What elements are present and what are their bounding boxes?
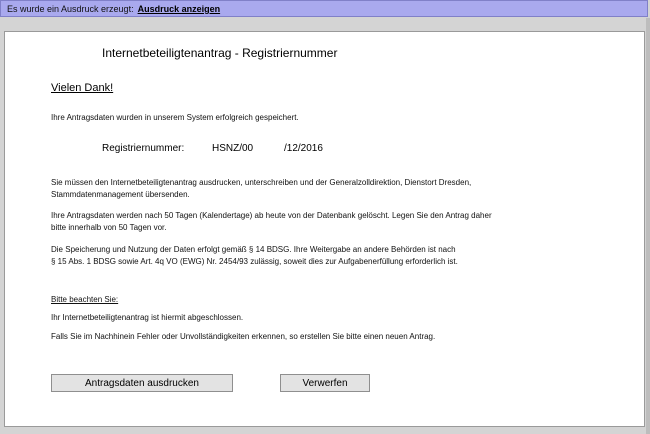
deletion-notice-line2: bitte innerhalb von 50 Tagen vor. bbox=[51, 223, 167, 232]
error-notice: Falls Sie im Nachhinein Fehler oder Unvo… bbox=[51, 332, 436, 341]
notice-heading: Bitte beachten Sie: bbox=[51, 295, 119, 304]
show-printout-link[interactable]: Ausdruck anzeigen bbox=[138, 4, 221, 14]
privacy-notice-line2: § 15 Abs. 1 BDSG sowie Art. 4q VO (EWG) … bbox=[51, 257, 458, 266]
print-application-button[interactable]: Antragsdaten ausdrucken bbox=[51, 374, 233, 392]
print-instruction-line1: Sie müssen den Internetbeteiligtenantrag… bbox=[51, 178, 472, 187]
registration-label: Registriernummer: bbox=[102, 143, 185, 154]
privacy-notice-line1: Die Speicherung und Nutzung der Daten er… bbox=[51, 245, 456, 254]
privacy-notice: Die Speicherung und Nutzung der Daten er… bbox=[51, 244, 458, 268]
registration-number-part1: HSNZ/00 bbox=[212, 143, 254, 154]
deletion-notice: Ihre Antragsdaten werden nach 50 Tagen (… bbox=[51, 210, 492, 234]
print-notification-bar: Es wurde ein Ausdruck erzeugt: Ausdruck … bbox=[0, 0, 648, 17]
thanks-heading: Vielen Dank! bbox=[51, 82, 114, 94]
saved-text: Ihre Antragsdaten wurden in unserem Syst… bbox=[51, 113, 299, 122]
content-panel: Internetbeteiligtenantrag - Registriernu… bbox=[4, 31, 645, 427]
discard-button[interactable]: Verwerfen bbox=[280, 374, 370, 392]
print-instruction: Sie müssen den Internetbeteiligtenantrag… bbox=[51, 177, 471, 201]
window-right-border bbox=[646, 18, 650, 434]
registration-number-part2: /12/2016 bbox=[284, 143, 323, 154]
print-message: Es wurde ein Ausdruck erzeugt: bbox=[7, 3, 134, 14]
completion-notice: Ihr Internetbeteiligtenantrag ist hiermi… bbox=[51, 313, 244, 322]
deletion-notice-line1: Ihre Antragsdaten werden nach 50 Tagen (… bbox=[51, 211, 492, 220]
page-title: Internetbeteiligtenantrag - Registriernu… bbox=[102, 46, 338, 60]
print-instruction-line2: Stammdatenmanagement übersenden. bbox=[51, 190, 190, 199]
